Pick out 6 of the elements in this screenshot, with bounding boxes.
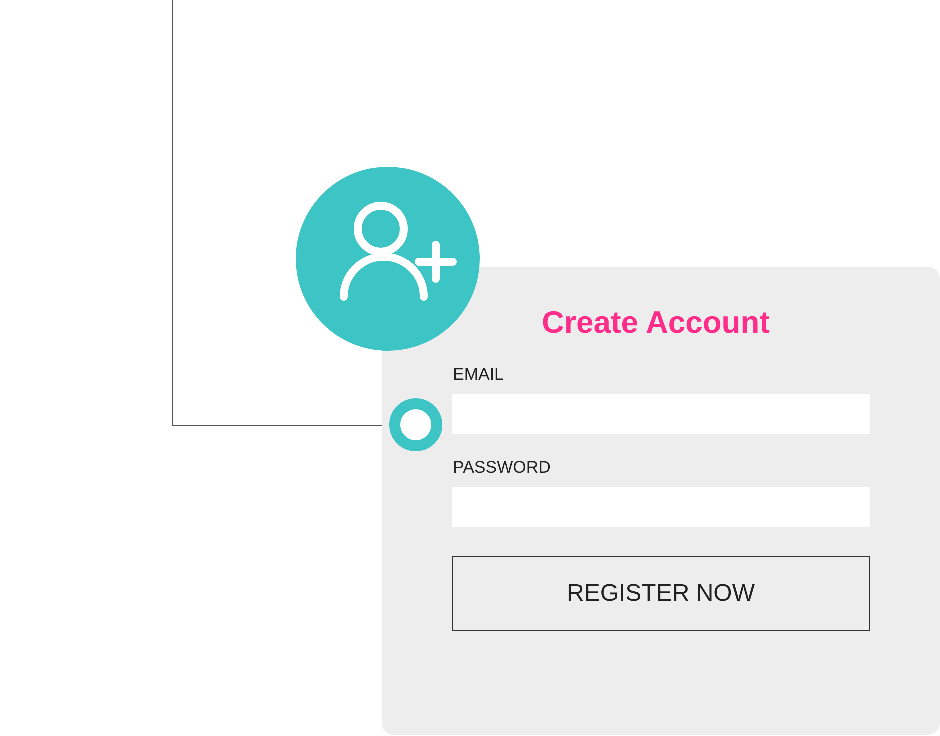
connector-ring-icon	[389, 398, 443, 452]
form-title: Create Account	[541, 304, 771, 342]
add-user-icon	[296, 167, 480, 351]
field-label: EMAIL	[452, 364, 506, 386]
field-label: PASSWORD	[452, 457, 552, 479]
register-button[interactable]: REGISTER NOW	[452, 556, 870, 631]
